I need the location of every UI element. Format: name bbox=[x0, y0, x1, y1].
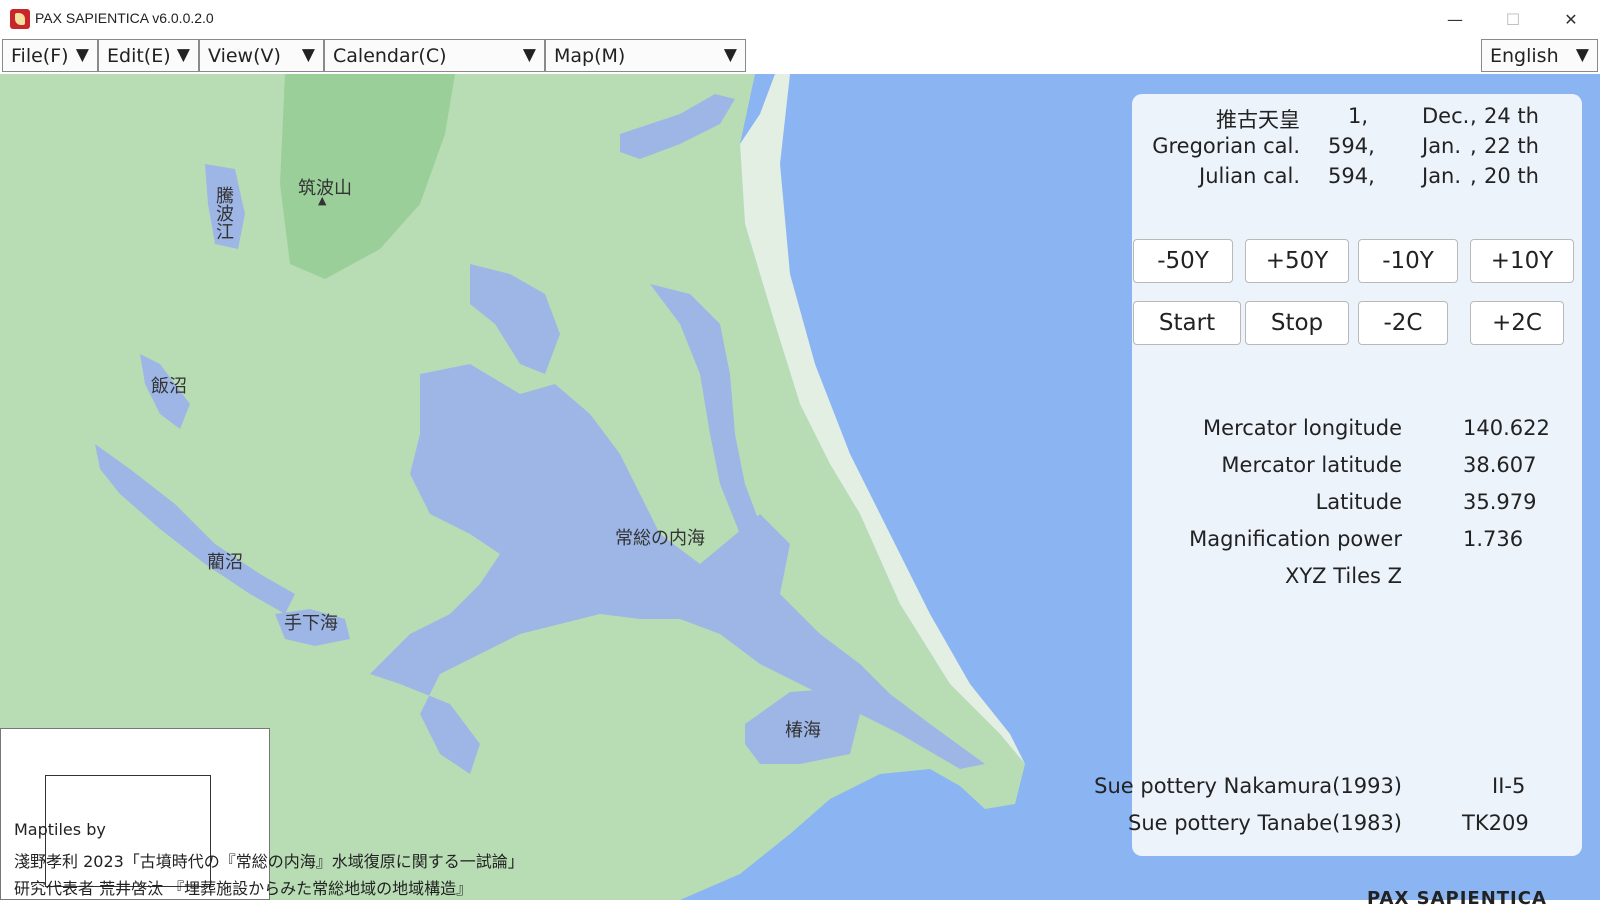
xyz-tiles-z-label: XYZ Tiles Z bbox=[1284, 564, 1402, 588]
language-select[interactable]: English ▼ bbox=[1481, 39, 1598, 72]
calendar-name: Gregorian cal. bbox=[1152, 134, 1300, 158]
chevron-down-icon: ▼ bbox=[75, 45, 89, 65]
title-bar: PAX SAPIENTICA v6.0.0.2.0 — ☐ ✕ bbox=[0, 0, 1600, 38]
mercator-latitude-value: 38.607 bbox=[1463, 453, 1537, 477]
calendar-month: Jan. bbox=[1422, 164, 1462, 188]
language-label: English bbox=[1490, 45, 1559, 67]
calendar-name: Julian cal. bbox=[1199, 164, 1300, 188]
start-button[interactable]: Start bbox=[1133, 301, 1241, 345]
chevron-down-icon: ▼ bbox=[176, 45, 190, 65]
app-watermark: PAX SAPIENTICA bbox=[1367, 888, 1547, 909]
info-panel: 推古天皇 1, Dec. , 24 th Gregorian cal. 594,… bbox=[1094, 94, 1582, 856]
calendar-year: 594, bbox=[1328, 164, 1375, 188]
chevron-down-icon: ▼ bbox=[522, 45, 536, 65]
credit-source-1: 淺野孝利 2023「古墳時代の『常総の内海』水域復原に関する一試論」 bbox=[14, 852, 524, 871]
window-title: PAX SAPIENTICA v6.0.0.2.0 bbox=[35, 10, 214, 26]
credit-maptiles: Maptiles by bbox=[14, 820, 106, 839]
plus-50-years-button[interactable]: +50Y bbox=[1245, 239, 1349, 283]
calendar-sep: , bbox=[1470, 104, 1477, 128]
menu-map[interactable]: Map(M) ▼ bbox=[545, 39, 746, 72]
menu-map-label: Map(M) bbox=[554, 45, 626, 67]
chevron-down-icon: ▼ bbox=[1575, 45, 1589, 65]
latitude-value: 35.979 bbox=[1463, 490, 1537, 514]
mercator-longitude-value: 140.622 bbox=[1463, 416, 1550, 440]
minus-10-years-button[interactable]: -10Y bbox=[1358, 239, 1458, 283]
map-label-iinuma: 飯沼 bbox=[151, 376, 187, 397]
calendar-year: 594, bbox=[1328, 134, 1375, 158]
calendar-month: Jan. bbox=[1422, 134, 1462, 158]
menu-file-label: File(F) bbox=[11, 45, 69, 67]
sue-pottery-nakamura-label: Sue pottery Nakamura(1993) bbox=[1094, 774, 1402, 798]
credit-source-2: 研究代表者 荒井啓汰 『埋葬施設からみた常総地域の地域構造』 bbox=[14, 879, 473, 898]
menu-calendar[interactable]: Calendar(C) ▼ bbox=[324, 39, 545, 72]
calendar-day: 24 th bbox=[1484, 104, 1539, 128]
app-icon bbox=[10, 9, 30, 29]
calendar-row-era: 推古天皇 1, Dec. , 24 th bbox=[1132, 104, 1582, 134]
calendar-row-gregorian: Gregorian cal. 594, Jan. , 22 th bbox=[1132, 134, 1582, 164]
menu-view-label: View(V) bbox=[208, 45, 281, 67]
stop-button[interactable]: Stop bbox=[1245, 301, 1349, 345]
menu-view[interactable]: View(V) ▼ bbox=[199, 39, 324, 72]
menu-calendar-label: Calendar(C) bbox=[333, 45, 447, 67]
sue-pottery-tanabe-value: TK209 bbox=[1462, 811, 1529, 835]
map-label-tobanoe: 騰波江 bbox=[213, 186, 234, 240]
minimize-button[interactable]: — bbox=[1426, 0, 1484, 38]
calendar-sep: , bbox=[1470, 134, 1477, 158]
calendar-month: Dec. bbox=[1422, 104, 1470, 128]
menu-file[interactable]: File(F) ▼ bbox=[2, 39, 98, 72]
sue-pottery-nakamura-value: II-5 bbox=[1492, 774, 1526, 798]
calendar-day: 20 th bbox=[1484, 164, 1539, 188]
chevron-down-icon: ▼ bbox=[301, 45, 315, 65]
map-label-teganoumi: 手下海 bbox=[284, 613, 338, 634]
menu-edit[interactable]: Edit(E) ▼ bbox=[98, 39, 199, 72]
menu-edit-label: Edit(E) bbox=[107, 45, 171, 67]
calendar-day: 22 th bbox=[1484, 134, 1539, 158]
map-label-josonouchiumi: 常総の内海 bbox=[615, 528, 705, 549]
magnification-value: 1.736 bbox=[1463, 527, 1524, 551]
map-label-ranuma: 藺沼 bbox=[207, 552, 243, 573]
mercator-longitude-label: Mercator longitude bbox=[1203, 416, 1402, 440]
menu-bar: File(F) ▼ Edit(E) ▼ View(V) ▼ Calendar(C… bbox=[0, 38, 1600, 110]
magnification-label: Magnification power bbox=[1189, 527, 1402, 551]
minus-50-years-button[interactable]: -50Y bbox=[1133, 239, 1233, 283]
maximize-button[interactable]: ☐ bbox=[1484, 0, 1542, 38]
minus-2-centuries-button[interactable]: -2C bbox=[1358, 301, 1448, 345]
calendar-name: 推古天皇 bbox=[1216, 108, 1300, 132]
latitude-label: Latitude bbox=[1315, 490, 1402, 514]
close-button[interactable]: ✕ bbox=[1542, 0, 1600, 38]
map-label-tsubakiumi: 椿海 bbox=[785, 720, 821, 741]
mercator-latitude-label: Mercator latitude bbox=[1221, 453, 1402, 477]
calendar-sep: , bbox=[1470, 164, 1477, 188]
calendar-year: 1, bbox=[1348, 104, 1369, 128]
sue-pottery-tanabe-label: Sue pottery Tanabe(1983) bbox=[1127, 811, 1402, 835]
plus-10-years-button[interactable]: +10Y bbox=[1470, 239, 1574, 283]
mountain-icon: ▲ bbox=[318, 194, 327, 207]
calendar-row-julian: Julian cal. 594, Jan. , 20 th bbox=[1132, 164, 1582, 194]
chevron-down-icon: ▼ bbox=[723, 45, 737, 65]
plus-2-centuries-button[interactable]: +2C bbox=[1470, 301, 1564, 345]
